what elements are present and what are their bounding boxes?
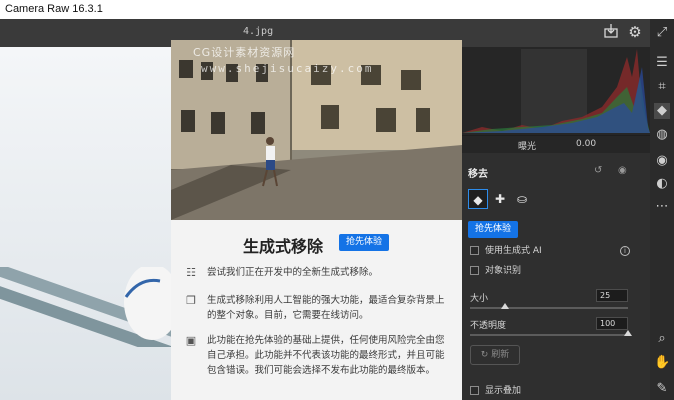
size-slider[interactable] xyxy=(470,303,628,309)
clone-stamp-icon[interactable]: ⛀ xyxy=(512,189,532,209)
window-title: Camera Raw 16.3.1 xyxy=(0,0,674,19)
chat-icon: ▣ xyxy=(185,334,197,347)
refresh-icon: ↻ xyxy=(480,350,489,360)
fullscreen-icon[interactable]: ⤢ xyxy=(654,25,670,41)
exposure-label: 曝光 xyxy=(518,142,537,152)
zoom-icon[interactable]: ⌕ xyxy=(654,331,670,347)
show-overlay-label: 显示叠加 xyxy=(485,386,522,396)
histogram xyxy=(462,47,650,135)
sliders-icon: ☷ xyxy=(186,266,196,279)
file-name: 4.jpg xyxy=(243,26,274,37)
reset-icon[interactable]: ↺ xyxy=(594,165,602,176)
dialog-item-1: 尝试我们正在开发中的全新生成式移除。 xyxy=(207,267,379,278)
opacity-value[interactable]: 100 xyxy=(596,317,628,330)
right-tool-strip: ⤢ ☰ ⌗ ◆ ◍ ◉ ◐ ⋯ ⌕ ✋ ✎ xyxy=(650,19,674,400)
railing-image xyxy=(0,267,190,347)
mask-icon[interactable]: ◍ xyxy=(654,127,670,143)
opacity-slider[interactable] xyxy=(470,330,632,336)
more-icon[interactable]: ⋯ xyxy=(654,199,670,215)
hand-icon[interactable]: ✋ xyxy=(654,355,670,371)
early-access-badge: 抢先体验 xyxy=(468,221,519,238)
info-icon[interactable]: i xyxy=(620,246,630,256)
dialog-item-2: 生成式移除利用人工智能的强大功能，最适合复杂背景上的整个对象。目前，它需要在线访… xyxy=(207,295,445,321)
checkbox-box[interactable] xyxy=(470,266,479,275)
show-overlay-checkbox[interactable]: 显示叠加 xyxy=(470,384,521,398)
dialog-title: 生成式移除 xyxy=(243,237,324,256)
eraser-icon[interactable]: ◆ xyxy=(654,103,670,119)
eyedropper-icon[interactable]: ✎ xyxy=(654,381,670,397)
checkbox-box[interactable] xyxy=(470,246,479,255)
refresh-button[interactable]: ↻ 刷新 xyxy=(470,345,520,365)
exposure-value: 0.00 xyxy=(576,139,597,149)
checkbox-box[interactable] xyxy=(470,386,479,395)
object-detection-checkbox[interactable]: 对象识别 xyxy=(470,264,521,278)
generative-ai-label: 使用生成式 AI xyxy=(485,246,542,256)
size-label: 大小 xyxy=(470,294,489,304)
settings-icon[interactable]: ⚙ xyxy=(626,23,644,41)
eraser-tool-icon[interactable]: ◆ xyxy=(468,189,488,209)
generative-remove-dialog: CG设计素材资源网 www.shejisucaizy.com 生成式移除 抢先体… xyxy=(171,40,462,400)
right-panel: 曝光 0.00 移去 ↺ ◉ ◆ ✚ ⛀ 抢先体验 使用生成式 AI i 对象识… xyxy=(462,47,650,400)
watermark-url: www.shejisucaizy.com xyxy=(201,62,374,75)
refresh-label: 刷新 xyxy=(491,350,510,360)
copy-icon: ❐ xyxy=(186,294,196,307)
adjust-sliders-icon[interactable]: ☰ xyxy=(654,55,670,71)
remove-section-title: 移去 xyxy=(468,169,488,180)
healing-tool-icon[interactable]: ✚ xyxy=(490,189,510,209)
opacity-slider-thumb[interactable] xyxy=(624,330,632,336)
size-slider-thumb[interactable] xyxy=(500,303,509,309)
dialog-preview-image: CG设计素材资源网 www.shejisucaizy.com xyxy=(171,40,462,220)
watermark-text: CG设计素材资源网 xyxy=(193,46,296,59)
dialog-item-3: 此功能在抢先体验的基础上提供，任何使用风险完全由您自己承担。此功能并不代表该功能… xyxy=(207,335,445,376)
crop-icon[interactable]: ⌗ xyxy=(654,79,670,95)
redeye-icon[interactable]: ◉ xyxy=(654,153,670,169)
object-detection-label: 对象识别 xyxy=(485,266,522,276)
canvas-background xyxy=(0,47,190,400)
exposure-readout: 曝光 0.00 xyxy=(462,135,650,153)
size-value[interactable]: 25 xyxy=(596,289,628,302)
presets-icon[interactable]: ◐ xyxy=(654,176,670,192)
generative-ai-checkbox[interactable]: 使用生成式 AI xyxy=(470,244,542,258)
visibility-icon[interactable]: ◉ xyxy=(618,165,627,176)
opacity-label: 不透明度 xyxy=(470,321,507,331)
save-icon[interactable] xyxy=(602,23,620,41)
dialog-early-access-badge: 抢先体验 xyxy=(339,234,390,251)
